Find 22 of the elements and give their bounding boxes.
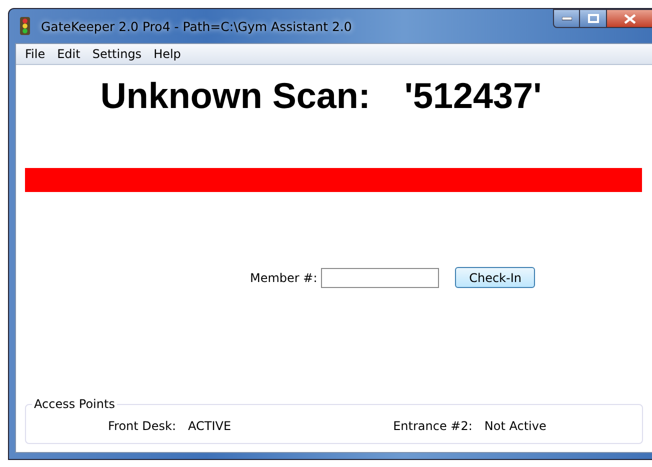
window-title: GateKeeper 2.0 Pro4 - Path=C:\Gym Assistant 2.0 (41, 18, 352, 34)
close-icon (624, 14, 636, 24)
traffic-light-icon (17, 17, 33, 35)
check-in-button[interactable]: Check-In (455, 267, 536, 288)
menu-item[interactable]: Settings (92, 47, 142, 61)
access-point-status: Not Active (484, 419, 546, 433)
minimize-icon (562, 16, 572, 20)
maximize-icon (588, 14, 598, 23)
group-title: Access Points (33, 397, 116, 411)
scan-label: Unknown Scan: (100, 75, 370, 117)
maximize-button[interactable] (580, 9, 607, 28)
access-point-status: ACTIVE (188, 419, 232, 433)
menu-item[interactable]: File (25, 47, 46, 61)
close-button[interactable] (607, 9, 652, 28)
menu-item[interactable]: Edit (57, 47, 80, 61)
member-number-field[interactable] (321, 268, 440, 288)
scan-number: '512437' (404, 75, 542, 117)
access-point-name: Entrance #2: (393, 419, 472, 433)
menu-item[interactable]: Help (154, 47, 181, 61)
member-label: Member #: (250, 270, 318, 284)
minimize-button[interactable] (553, 9, 580, 28)
access-point-name: Front Desk: (108, 419, 176, 433)
